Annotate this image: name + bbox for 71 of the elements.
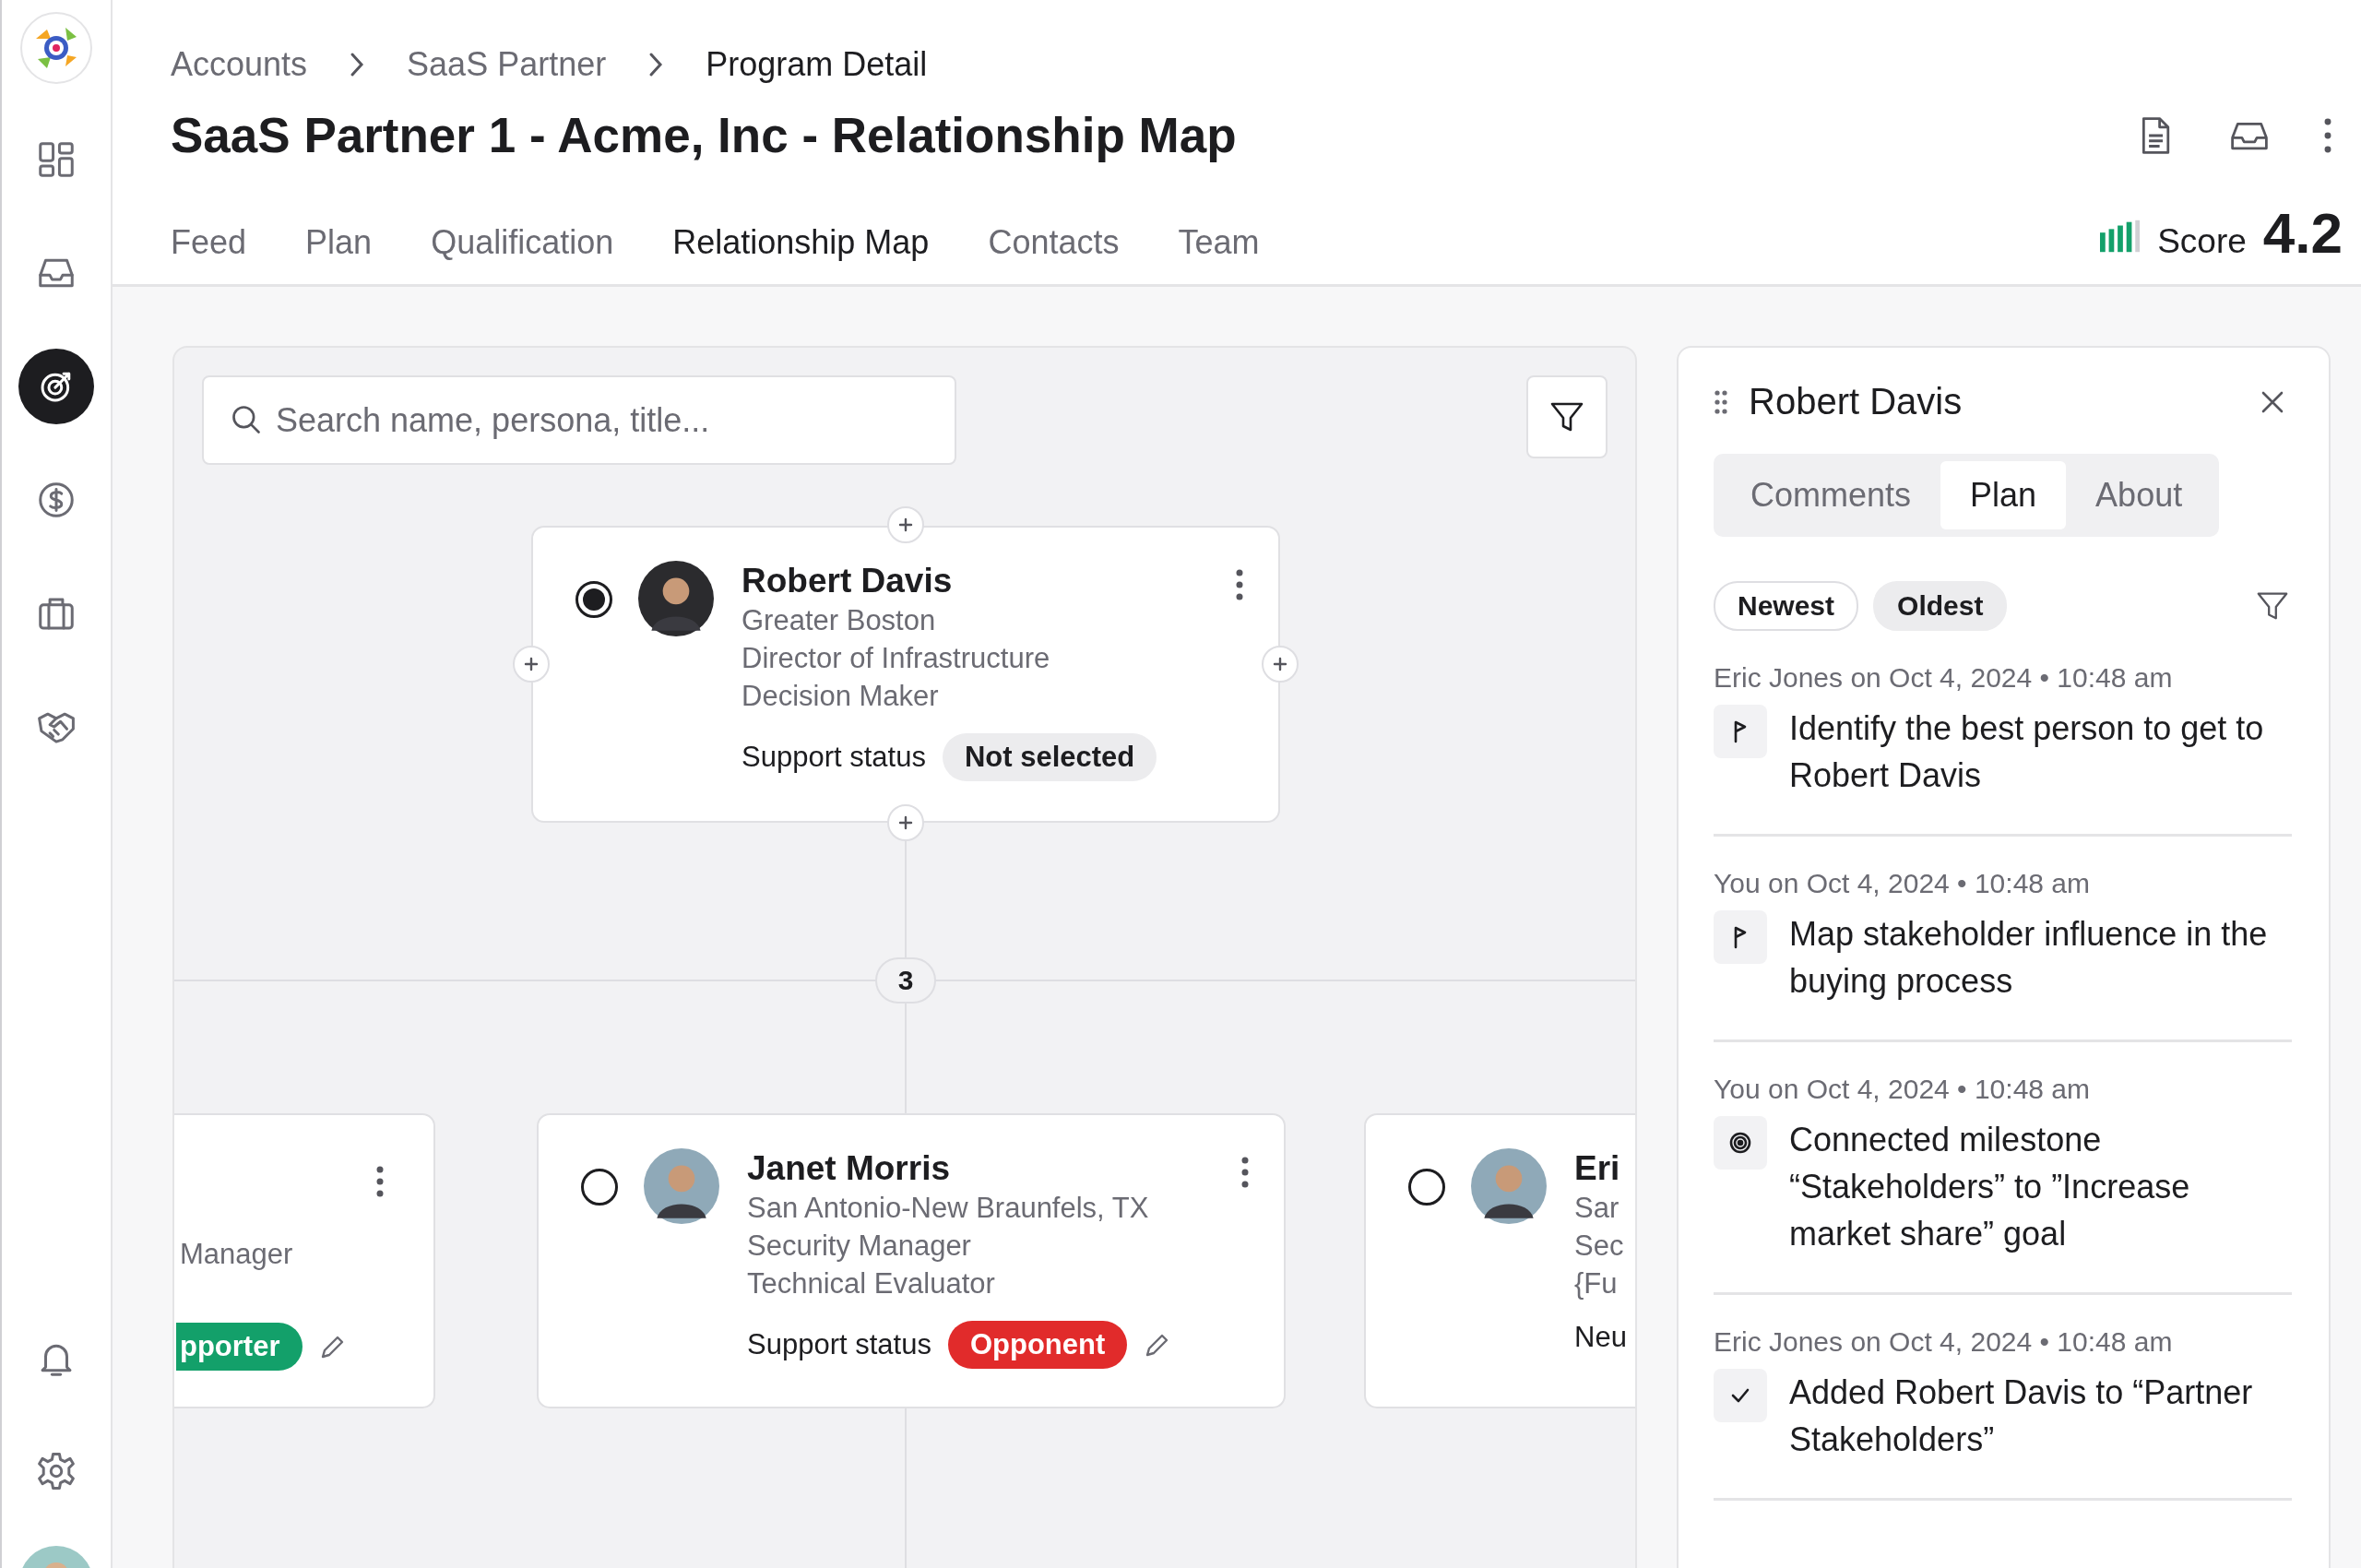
activity-text: Connected milestone “Stakeholders” to ”Increase market share” goal <box>1789 1120 2191 1254</box>
score-label: Score <box>2157 222 2247 261</box>
add-button[interactable] <box>1262 646 1299 683</box>
search-icon <box>230 403 263 436</box>
contact-detail: San Antonio-New Braunfels, TX <box>747 1191 1150 1226</box>
plus-icon <box>522 655 540 673</box>
contact-detail: Greater Boston <box>742 603 937 638</box>
tab[interactable]: About <box>2066 461 2213 529</box>
tab[interactable]: Plan <box>1940 461 2067 529</box>
breadcrumb-link[interactable]: Program Detail <box>706 45 928 84</box>
contact-detail: {Fu <box>1574 1266 1619 1301</box>
contact-name: Janet Morris <box>747 1148 951 1189</box>
score-value: 4.2 <box>2262 200 2343 266</box>
add-button[interactable] <box>513 646 550 683</box>
signal-bars-icon <box>2100 220 2142 253</box>
contact-detail: Manager <box>180 1237 294 1272</box>
contact-card[interactable]: Janet Morris San Antonio-New Braunfels, TX Security Manager Technical Evaluator Support status Opponent <box>537 1113 1286 1408</box>
search-field[interactable]: Search name, persona, title... <box>202 375 956 465</box>
sort-chip[interactable]: Newest <box>1714 581 1859 631</box>
radio-button[interactable] <box>581 1169 618 1206</box>
contact-card[interactable]: Manager pporter <box>174 1113 435 1408</box>
radio-button[interactable] <box>575 581 612 618</box>
page-title: SaaS Partner 1 - Acme, Inc - Relationship Map <box>171 107 1237 163</box>
radio-button[interactable] <box>1408 1169 1445 1206</box>
flag-icon <box>1714 705 1767 758</box>
drag-handle-icon[interactable] <box>1714 388 1728 415</box>
activity-text: Added Robert Davis to “Partner Stakeholders” <box>1789 1372 2254 1460</box>
contact-name: Robert Davis <box>742 561 954 601</box>
group-count[interactable]: 3 <box>875 957 936 1004</box>
contact-name: Eri <box>1574 1148 1621 1189</box>
contact-card[interactable]: Eri Sar Sec {Fu Neu <box>1364 1113 1635 1408</box>
check-icon <box>1714 1369 1767 1422</box>
activity-meta: You on Oct 4, 2024 • 10:48 am <box>1714 1074 2092 1105</box>
logo-icon[interactable] <box>19 11 93 85</box>
contact-detail: Sec <box>1574 1229 1625 1264</box>
status-pill[interactable]: Not selected <box>942 733 1157 781</box>
breadcrumb-link[interactable]: SaaS Partner <box>407 45 607 84</box>
add-button[interactable] <box>887 506 924 543</box>
status-pill[interactable]: pporter <box>176 1323 303 1371</box>
plus-icon <box>896 516 915 534</box>
tab[interactable]: Contacts <box>988 223 1120 284</box>
status-label: Support status <box>747 1328 931 1361</box>
panel-title: Robert Davis <box>1749 381 1964 422</box>
target-icon <box>1714 1116 1767 1170</box>
status-label: Neu <box>1574 1321 1627 1354</box>
contact-detail: Director of Infrastructure <box>742 641 1051 676</box>
contact-card[interactable]: Robert Davis Greater Boston Director of Infrastructure Decision Maker Support status Not selected <box>531 526 1280 823</box>
activity-text: Map stakeholder influence in the buying process <box>1789 914 2269 1002</box>
status-label: Support status <box>742 741 926 774</box>
breadcrumb-link[interactable]: Accounts <box>171 45 308 84</box>
flag-icon <box>1714 910 1767 964</box>
tab[interactable]: Plan <box>305 223 373 284</box>
tab[interactable]: Comments <box>1721 461 1941 529</box>
status-pill[interactable]: Opponent <box>947 1321 1128 1369</box>
tab[interactable]: Qualification <box>431 223 614 284</box>
contact-detail: Decision Maker <box>742 679 940 714</box>
activity-meta: Eric Jones on Oct 4, 2024 • 10:48 am <box>1714 662 2174 694</box>
tab[interactable]: Team <box>1178 223 1260 284</box>
contact-detail: Security Manager <box>747 1229 972 1264</box>
activity-meta: You on Oct 4, 2024 • 10:48 am <box>1714 868 2092 899</box>
add-button[interactable] <box>887 804 924 841</box>
contact-detail: Sar <box>1574 1191 1620 1226</box>
contact-detail: Technical Evaluator <box>747 1266 996 1301</box>
activity-meta: Eric Jones on Oct 4, 2024 • 10:48 am <box>1714 1326 2174 1358</box>
plus-icon <box>1271 655 1289 673</box>
activity-text: Identify the best person to get to Robert Davis <box>1789 708 2265 796</box>
tab[interactable]: Feed <box>171 223 247 284</box>
plus-icon <box>896 814 915 832</box>
sort-chip[interactable]: Oldest <box>1873 581 2008 631</box>
tab[interactable]: Relationship Map <box>672 223 930 284</box>
filter-button[interactable] <box>1526 375 1608 458</box>
